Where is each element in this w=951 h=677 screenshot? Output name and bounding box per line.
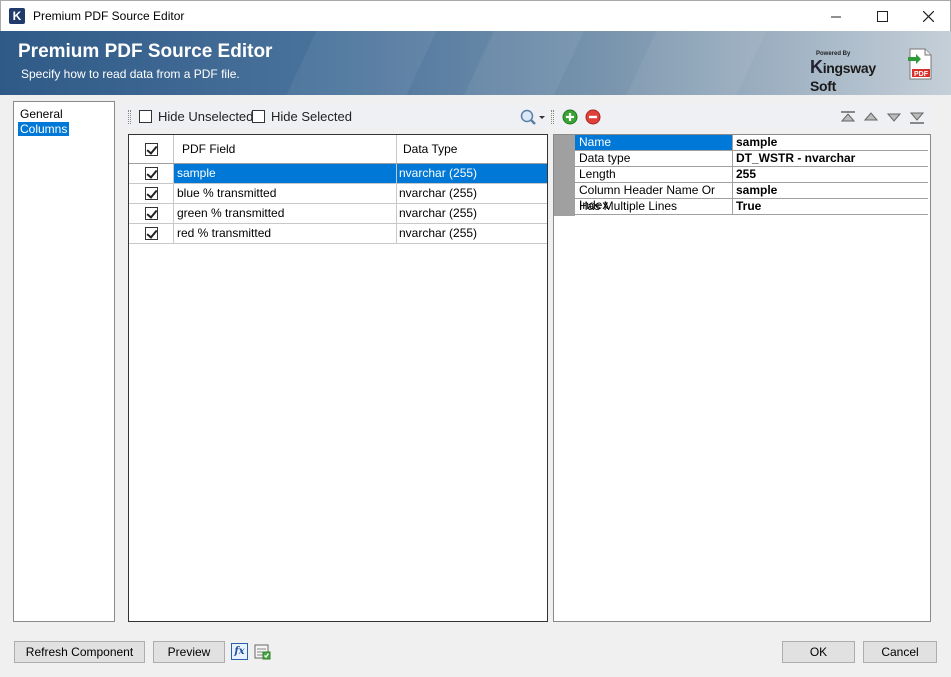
property-gutter [554,135,575,216]
property-row-length[interactable]: Length 255 [575,167,928,183]
header-banner: Premium PDF Source Editor Specify how to… [0,31,951,95]
move-bottom-icon[interactable] [909,109,925,125]
row-pdf-field[interactable]: red % transmitted [174,224,397,243]
select-all-checkbox[interactable] [145,143,158,156]
minimize-button[interactable] [813,1,859,32]
row-data-type[interactable]: nvarchar (255) [397,184,547,203]
toolbar-grip [128,110,131,124]
table-row[interactable]: green % transmitted nvarchar (255) [129,204,547,224]
refresh-component-button[interactable]: Refresh Component [14,641,145,663]
logo-name: Kingsway Soft [810,57,902,94]
property-value[interactable]: sample [733,135,928,150]
property-label: Name [575,135,733,150]
column-properties-grid: Name sample Data type DT_WSTR - nvarchar… [553,134,931,622]
maximize-button[interactable] [859,1,905,32]
property-label: Has Multiple Lines [575,199,733,214]
preview-button[interactable]: Preview [153,641,225,663]
row-check-cell [129,204,174,223]
columns-grid: PDF Field Data Type sample nvarchar (255… [128,134,548,622]
banner-decoration [279,31,441,95]
hide-selected-checkbox[interactable]: Hide Selected [252,109,352,125]
nav-item-columns[interactable]: Columns [18,122,70,136]
banner-decoration [619,31,771,95]
table-row[interactable]: blue % transmitted nvarchar (255) [129,184,547,204]
app-icon: K [9,8,25,24]
row-checkbox[interactable] [145,227,158,240]
row-pdf-field[interactable]: sample [174,164,397,183]
pdf-badge-text: PDF [914,71,929,78]
row-data-type[interactable]: nvarchar (255) [397,204,547,223]
row-check-cell [129,224,174,243]
property-label: Column Header Name Or Index [575,183,733,212]
row-check-cell [129,184,174,203]
property-label: Length [575,167,733,182]
property-row-column-header[interactable]: Column Header Name Or Index sample [575,183,928,212]
banner-title: Premium PDF Source Editor [18,41,273,62]
row-data-type[interactable]: nvarchar (255) [397,224,547,243]
row-checkbox[interactable] [145,207,158,220]
minimize-icon [830,16,841,18]
hide-selected-label: Hide Selected [271,109,352,124]
property-value[interactable]: DT_WSTR - nvarchar [733,151,928,166]
property-row-multiple-lines[interactable]: Has Multiple Lines True [575,199,928,215]
ok-button[interactable]: OK [782,641,855,663]
kingswaysoft-logo: Powered By Kingsway Soft [810,51,902,94]
nav-item-general[interactable]: General [18,107,65,121]
cancel-button[interactable]: Cancel [863,641,937,663]
row-checkbox[interactable] [145,187,158,200]
table-row[interactable]: red % transmitted nvarchar (255) [129,224,547,244]
close-button[interactable] [905,1,951,32]
search-icon [520,109,545,125]
remove-icon[interactable] [585,109,601,125]
property-label: Data type [575,151,733,166]
search-dropdown-button[interactable] [519,107,547,127]
row-checkbox[interactable] [145,167,158,180]
checkbox-box [252,110,265,123]
row-pdf-field[interactable]: blue % transmitted [174,184,397,203]
property-row-name[interactable]: Name sample [575,135,928,151]
columns-toolbar: Hide Unselected Hide Selected [124,105,548,129]
hide-unselected-label: Hide Unselected [158,109,254,124]
logo-k: K [810,57,823,77]
properties-toolbar [551,105,931,129]
row-check-cell [129,164,174,183]
hide-unselected-checkbox[interactable]: Hide Unselected [139,109,253,125]
banner-subtitle: Specify how to read data from a PDF file… [21,67,240,81]
move-top-icon[interactable] [840,109,856,125]
window-title: Premium PDF Source Editor [33,9,185,23]
property-value[interactable]: True [733,199,928,214]
move-up-icon[interactable] [863,109,879,125]
table-row[interactable]: sample nvarchar (255) [129,164,547,184]
expression-fx-icon[interactable]: fx [231,643,248,660]
grid-header-row: PDF Field Data Type [129,135,547,164]
title-bar: K Premium PDF Source Editor [0,0,951,31]
add-icon[interactable] [562,109,578,125]
variables-icon[interactable] [254,643,271,660]
maximize-icon [876,11,888,22]
page-nav: General Columns [13,101,115,622]
header-select-all-cell[interactable] [129,135,174,163]
toolbar-grip [551,110,554,124]
move-down-icon[interactable] [886,109,902,125]
header-pdf-field[interactable]: PDF Field [174,135,397,163]
pdf-file-icon: PDF [908,48,932,80]
row-data-type[interactable]: nvarchar (255) [397,164,547,183]
header-data-type[interactable]: Data Type [397,135,547,163]
banner-decoration [456,31,594,95]
property-value[interactable]: sample [733,183,928,198]
close-icon [922,10,934,23]
row-pdf-field[interactable]: green % transmitted [174,204,397,223]
property-value[interactable]: 255 [733,167,928,182]
property-row-data-type[interactable]: Data type DT_WSTR - nvarchar [575,151,928,167]
checkbox-box [139,110,152,123]
